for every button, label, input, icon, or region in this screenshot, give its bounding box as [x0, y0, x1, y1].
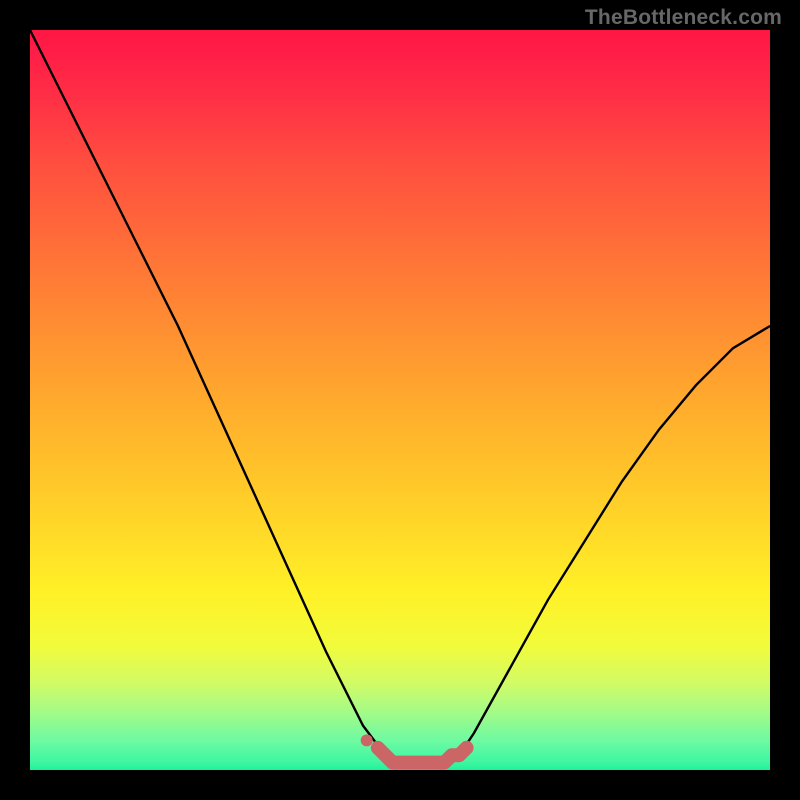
- optimal-region-markers: [361, 734, 467, 762]
- watermark: TheBottleneck.com: [585, 6, 782, 30]
- chart-svg: [30, 30, 770, 770]
- optimal-region-path: [378, 748, 467, 763]
- bottleneck-curve: [30, 30, 770, 763]
- optimal-region-dot: [361, 734, 373, 746]
- plot-area: [30, 30, 770, 770]
